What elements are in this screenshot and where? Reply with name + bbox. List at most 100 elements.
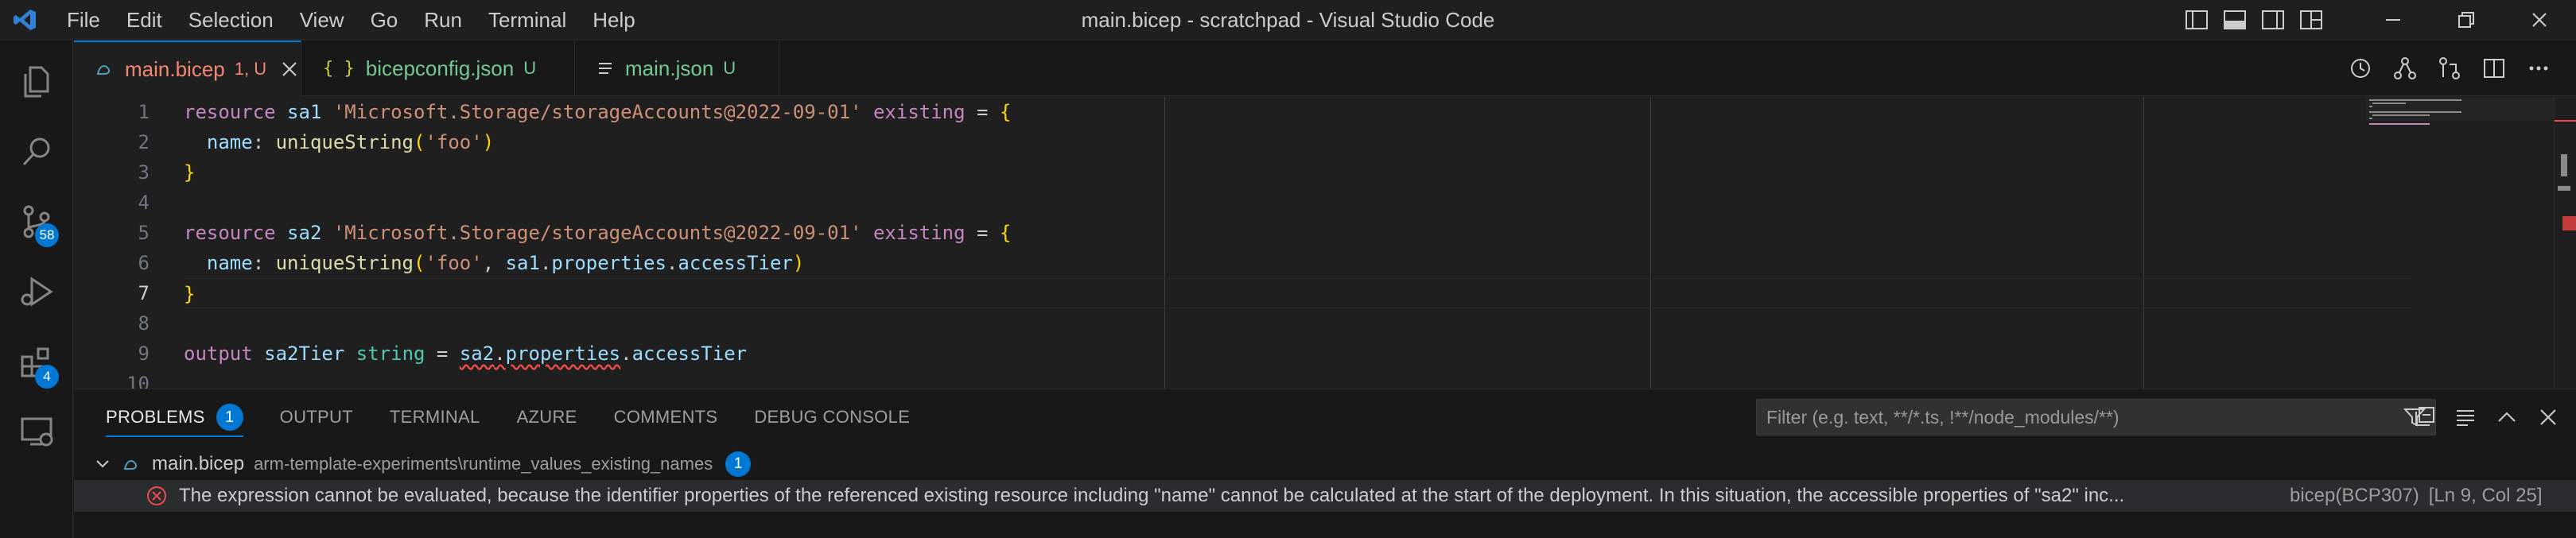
menu-file[interactable]: File [67, 8, 100, 33]
problems-count-badge: 1 [216, 404, 243, 431]
code-line[interactable]: } [184, 278, 2411, 308]
toggle-panel-icon[interactable] [2221, 8, 2248, 32]
tab-main-bicep[interactable]: main.bicep 1, U [74, 41, 301, 96]
problem-error-row[interactable]: The expression cannot be evaluated, beca… [74, 480, 2576, 512]
json-file-icon: { } [323, 58, 355, 79]
tab-azure[interactable]: AZURE [517, 389, 577, 445]
code-line[interactable]: resource sa2 'Microsoft.Storage/storageA… [184, 218, 2411, 248]
toggle-primary-sidebar-icon[interactable] [2183, 8, 2210, 32]
more-actions-icon[interactable] [2525, 55, 2552, 82]
code-line[interactable]: } [184, 157, 2411, 188]
problem-source: bicep(BCP307) [2290, 485, 2419, 506]
scrollbar-marker [2558, 186, 2570, 191]
code-line[interactable]: output sa2Tier string = sa2.properties.a… [184, 339, 2411, 369]
restore-icon [2458, 12, 2474, 28]
line-number: 4 [138, 192, 150, 214]
line-number: 1 [138, 101, 150, 123]
problem-file-row[interactable]: main.bicep arm-template-experiments\runt… [74, 448, 2576, 480]
tab-terminal[interactable]: TERMINAL [390, 389, 480, 445]
split-editor-icon[interactable] [2481, 55, 2508, 82]
tab-debug-console[interactable]: DEBUG CONSOLE [754, 389, 910, 445]
menu-help[interactable]: Help [593, 8, 635, 33]
close-panel-icon[interactable] [2536, 405, 2560, 429]
remote-explorer-icon [21, 417, 53, 447]
extensions-button[interactable]: 4 [0, 327, 73, 397]
code-line[interactable]: name: uniqueString('foo') [184, 127, 2411, 157]
restore-button[interactable] [2430, 0, 2503, 40]
minimize-button[interactable] [2356, 0, 2430, 40]
tab-label: main.bicep [125, 56, 225, 81]
tab-status: U [523, 58, 537, 78]
remote-explorer-button[interactable] [0, 397, 73, 466]
scrollbar-error-marker [2562, 216, 2576, 230]
line-number: 10 [126, 373, 150, 389]
toggle-secondary-sidebar-icon[interactable] [2259, 8, 2287, 32]
open-changes-icon[interactable] [2436, 55, 2463, 82]
menu-edit[interactable]: Edit [126, 8, 162, 33]
search-icon [22, 137, 50, 166]
extensions-badge: 4 [35, 365, 59, 389]
problems-filter-input[interactable]: Filter (e.g. text, **/*.ts, !**/node_mod… [1756, 399, 2436, 435]
code-editor[interactable]: 1 2 3 4 5 6 7 8 9 10 resource sa1 'Micro… [74, 97, 2576, 389]
line-number-gutter: 1 2 3 4 5 6 7 8 9 10 [74, 97, 150, 389]
source-control-button[interactable]: 58 [0, 187, 73, 257]
files-icon [24, 66, 49, 98]
view-as-list-icon[interactable] [2454, 405, 2477, 429]
menu-go[interactable]: Go [371, 8, 398, 33]
problem-file-name: main.bicep [152, 453, 245, 474]
search-button[interactable] [0, 117, 73, 187]
editor-scrollbar[interactable] [2554, 97, 2576, 389]
code-line[interactable]: resource sa1 'Microsoft.Storage/storageA… [184, 97, 2411, 127]
maximize-panel-icon[interactable] [2495, 405, 2519, 429]
bottom-panel: PROBLEMS 1 OUTPUT TERMINAL AZURE COMMENT… [74, 389, 2576, 538]
tab-status: 1, U [234, 59, 267, 79]
panel-tabs: PROBLEMS 1 OUTPUT TERMINAL AZURE COMMENT… [106, 389, 946, 445]
tab-main-json[interactable]: main.json U [576, 41, 779, 96]
bicep-file-icon [123, 460, 138, 470]
vscode-logo-icon [14, 10, 36, 30]
line-number: 7 [138, 282, 150, 304]
editor-tab-bar: main.bicep 1, U { } bicepconfig.json U m… [74, 41, 2576, 96]
filter-placeholder: Filter (e.g. text, **/*.ts, !**/node_mod… [1766, 407, 2119, 428]
line-number: 3 [138, 161, 150, 184]
close-icon [2532, 13, 2547, 27]
tab-problems[interactable]: PROBLEMS 1 [106, 389, 243, 445]
minimize-icon [2386, 19, 2400, 21]
menu-terminal[interactable]: Terminal [488, 8, 566, 33]
code-line[interactable]: name: uniqueString('foo', sa1.properties… [184, 248, 2411, 278]
problem-message: The expression cannot be evaluated, beca… [179, 485, 2125, 506]
explorer-button[interactable] [0, 47, 73, 117]
problem-location: [Ln 9, Col 25] [2428, 485, 2543, 506]
menu-selection[interactable]: Selection [188, 8, 274, 33]
code-line[interactable] [184, 308, 2411, 339]
problem-file-count-badge: 1 [725, 451, 752, 477]
title-actions [2172, 0, 2576, 40]
tab-problems-label: PROBLEMS [106, 407, 205, 427]
line-number: 5 [138, 222, 150, 244]
close-tab-icon[interactable] [279, 59, 300, 79]
tab-bicepconfig-json[interactable]: { } bicepconfig.json U [302, 41, 575, 96]
menu-view[interactable]: View [300, 8, 344, 33]
panel-actions [2395, 399, 2560, 435]
line-number: 6 [138, 252, 150, 274]
lines-icon [599, 63, 612, 74]
line-number: 2 [138, 131, 150, 153]
activity-bar: 58 4 [0, 41, 73, 538]
visualizer-icon[interactable] [2391, 55, 2419, 82]
run-debug-button[interactable] [0, 257, 73, 327]
tab-status: U [723, 58, 736, 78]
customize-layout-icon[interactable] [2298, 8, 2325, 32]
tab-comments[interactable]: COMMENTS [614, 389, 718, 445]
code-lines[interactable]: resource sa1 'Microsoft.Storage/storageA… [184, 97, 2411, 389]
timeline-history-icon[interactable] [2347, 55, 2374, 82]
problem-file-path: arm-template-experiments\runtime_values_… [254, 454, 713, 474]
close-window-button[interactable] [2503, 0, 2576, 40]
menu-run[interactable]: Run [424, 8, 462, 33]
minimap[interactable] [2366, 97, 2576, 389]
tab-output[interactable]: OUTPUT [280, 389, 353, 445]
code-line[interactable] [184, 369, 2411, 389]
code-line[interactable] [184, 188, 2411, 218]
menu-bar: File Edit Selection View Go Run Terminal… [67, 0, 662, 40]
run-debug-icon [21, 277, 53, 307]
collapse-all-icon[interactable] [2412, 405, 2436, 429]
